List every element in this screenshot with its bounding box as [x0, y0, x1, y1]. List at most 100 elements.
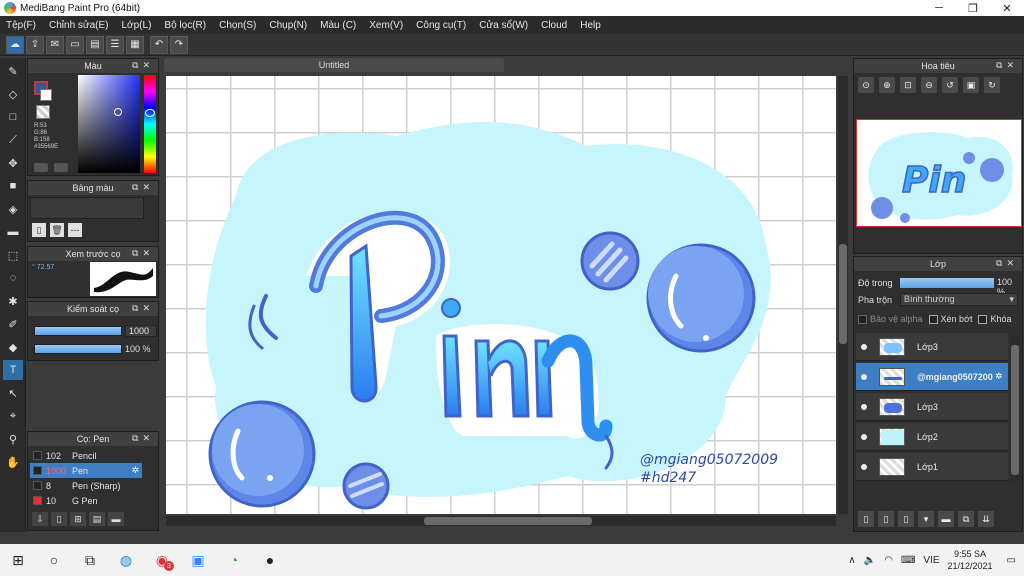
windows-start-icon[interactable]: ⊞ — [0, 544, 36, 576]
brush-tool-icon[interactable]: ✎ — [3, 61, 23, 81]
zoom-app-icon[interactable]: ▣ — [180, 544, 216, 576]
gear-icon[interactable]: ✲ — [995, 371, 1003, 382]
cloud-download-icon[interactable]: ⇩ — [32, 512, 48, 526]
menu-view[interactable]: Xem(V) — [369, 20, 403, 31]
medibang-taskbar-icon[interactable]: ● — [252, 544, 288, 576]
operation-tool-icon[interactable]: ↖ — [3, 383, 23, 403]
undo-icon[interactable]: ↶ — [150, 35, 168, 54]
layer-opacity-slider[interactable] — [900, 278, 994, 288]
canvas-vertical-scrollbar[interactable] — [838, 76, 848, 514]
saturation-value-picker[interactable] — [78, 75, 140, 173]
layer-scroll-thumb[interactable] — [1011, 345, 1019, 475]
visibility-icon[interactable] — [861, 433, 867, 440]
redo-icon[interactable]: ↷ — [170, 35, 188, 54]
clock[interactable]: 9:55 SA 21/12/2021 — [948, 548, 993, 572]
menu-file[interactable]: Tệp(F) — [6, 20, 36, 31]
cloud-icon[interactable]: ☁ — [6, 35, 24, 54]
maximize-button[interactable]: ❐ — [956, 0, 990, 16]
wifi-icon[interactable]: ◠ — [884, 555, 893, 566]
hue-cursor[interactable] — [145, 109, 155, 117]
menu-select[interactable]: Chọn(S) — [219, 20, 256, 31]
select-tool-icon[interactable]: ⬚ — [3, 245, 23, 265]
grid-icon[interactable]: ▦ — [126, 35, 144, 54]
menu-edit[interactable]: Chỉnh sửa(E) — [49, 20, 109, 31]
new-halftone-layer-icon[interactable]: ▯ — [878, 511, 894, 527]
duplicate-layer-icon[interactable]: ⧉ — [958, 511, 974, 527]
lock-checkbox[interactable] — [978, 314, 988, 324]
menu-tools[interactable]: Công cụ(T) — [416, 20, 466, 31]
layer-row[interactable]: Lớp3 — [856, 393, 1008, 421]
rotate-right-icon[interactable]: ↻ — [984, 77, 1000, 93]
add-brush-icon[interactable]: ⊞ — [70, 512, 86, 526]
brush-size-value[interactable]: 1000 — [125, 325, 157, 337]
comment-icon[interactable]: ✉ — [46, 35, 64, 54]
hand-tool-icon[interactable]: ✋ — [3, 452, 23, 472]
visibility-icon[interactable] — [861, 463, 867, 470]
transparent-color-swatch[interactable] — [36, 105, 50, 119]
refresh-app-icon[interactable]: ◔ — [216, 544, 252, 576]
menu-color[interactable]: Màu (C) — [320, 20, 356, 31]
zoom-out-icon[interactable]: ⊖ — [921, 77, 937, 93]
palette-area[interactable] — [30, 197, 144, 219]
panel-close-icon[interactable]: ⧉✕ — [996, 258, 1018, 269]
layer-row[interactable]: Lớp1 — [856, 453, 1008, 481]
gear-icon[interactable]: ✲ — [131, 465, 139, 476]
menu-window[interactable]: Cửa sổ(W) — [479, 20, 528, 31]
fit-icon[interactable]: ⊡ — [900, 77, 916, 93]
sv-cursor[interactable] — [114, 108, 122, 116]
notification-icon[interactable]: ▭ — [1007, 555, 1016, 566]
tray-chevron-icon[interactable]: ∧ — [848, 555, 855, 566]
layer-row[interactable]: Lớp3 — [856, 333, 1008, 361]
panel-close-icon[interactable]: ⧉✕ — [132, 60, 154, 71]
layer-row[interactable]: Lớp2 — [856, 423, 1008, 451]
folder-icon[interactable]: ▬ — [108, 512, 124, 526]
clipping-checkbox[interactable] — [928, 314, 938, 324]
select-eraser-tool-icon[interactable]: ◆ — [3, 337, 23, 357]
select-pen-tool-icon[interactable]: ✐ — [3, 314, 23, 334]
color-mode-button-1[interactable] — [34, 163, 48, 172]
blend-mode-select[interactable]: Bình thường ▾ — [900, 293, 1018, 306]
reset-view-icon[interactable]: ▣ — [963, 77, 979, 93]
gradient-tool-icon[interactable]: ▬ — [3, 222, 23, 242]
protect-alpha-checkbox[interactable] — [858, 314, 867, 324]
visibility-icon[interactable] — [861, 373, 867, 380]
eyedropper-tool-icon[interactable]: ⌖ — [3, 406, 23, 426]
bucket-tool-icon[interactable]: ◈ — [3, 199, 23, 219]
share-icon[interactable]: ⇪ — [26, 35, 44, 54]
panel-close-icon[interactable]: ⧉✕ — [132, 433, 154, 444]
vertical-scroll-thumb[interactable] — [839, 244, 847, 344]
layer-row-selected[interactable]: @mgiang0507200 ✲ — [856, 363, 1008, 391]
dropper-tool-icon[interactable]: ⚲ — [3, 429, 23, 449]
canvas-horizontal-scrollbar[interactable] — [166, 516, 836, 526]
text-tool-icon[interactable]: T — [3, 360, 23, 380]
brush-opacity-slider[interactable] — [34, 344, 122, 354]
rotate-left-icon[interactable]: ↺ — [942, 77, 958, 93]
keyboard-icon[interactable]: ⌨ — [901, 555, 915, 566]
layer-scrollbar[interactable] — [1010, 335, 1020, 485]
new-brush-icon[interactable]: ▯ — [51, 512, 67, 526]
merge-layer-icon[interactable]: ⇊ — [978, 511, 994, 527]
brush-settings-icon[interactable]: ▤ — [89, 512, 105, 526]
rectangle-tool-icon[interactable]: □ — [3, 107, 23, 127]
eraser-tool-icon[interactable]: ◇ — [3, 84, 23, 104]
new-8bit-layer-icon[interactable]: ▯ — [898, 511, 914, 527]
visibility-icon[interactable] — [861, 403, 867, 410]
menu-layer[interactable]: Lớp(L) — [122, 20, 152, 31]
magic-wand-tool-icon[interactable]: ✱ — [3, 291, 23, 311]
brush-item[interactable]: 102 Pencil — [30, 448, 142, 463]
fill-rect-tool-icon[interactable]: ■ — [3, 176, 23, 196]
horizontal-scroll-thumb[interactable] — [424, 517, 592, 525]
panel-close-icon[interactable]: ⧉✕ — [996, 60, 1018, 71]
panel-close-icon[interactable]: ⧉✕ — [132, 248, 154, 259]
zoom-in-icon[interactable]: ⊕ — [879, 77, 895, 93]
brush-item-selected[interactable]: 1000 Pen ✲ — [30, 463, 142, 478]
menu-snap[interactable]: Chụp(N) — [269, 20, 307, 31]
add-layer-menu-icon[interactable]: ▾ — [918, 511, 934, 527]
brush-item[interactable]: 8 Pen (Sharp) — [30, 478, 142, 493]
brush-size-slider[interactable] — [34, 326, 122, 336]
page-icon[interactable]: ▭ — [66, 35, 84, 54]
panel-close-icon[interactable]: ⧉✕ — [132, 303, 154, 314]
folder-icon[interactable]: ▬ — [938, 511, 954, 527]
volume-icon[interactable]: 🔈 — [864, 555, 876, 566]
brush-item[interactable]: 10 G Pen — [30, 493, 142, 508]
